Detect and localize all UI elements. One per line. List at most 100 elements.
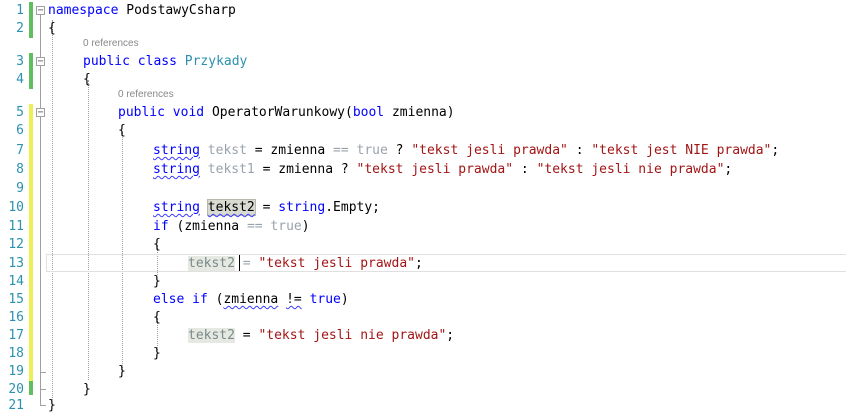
keyword: class <box>137 54 177 69</box>
code-line-17: tekst2 = "tekst jesli nie prawda"; <box>188 327 454 345</box>
code-editor[interactable]: 1 2 3 4 5 6 7 8 9 10 11 12 13 14 15 16 1… <box>0 0 846 413</box>
code-line-20: } <box>83 381 91 399</box>
line-number: 18 <box>8 346 24 361</box>
operator: = <box>262 162 271 177</box>
line-number: 21 <box>8 398 24 413</box>
code-line-4: { <box>83 71 91 89</box>
line-number: 16 <box>8 310 24 325</box>
code-line-1: namespace PodstawyCsharp <box>48 2 236 20</box>
class-name: Przykady <box>184 54 248 69</box>
line-number: 2 <box>16 21 24 36</box>
operator: ? <box>340 162 349 177</box>
line-number: 13 <box>8 256 24 271</box>
keyword: string <box>153 200 200 215</box>
change-marker-saved <box>29 2 33 38</box>
keyword: true <box>356 143 388 158</box>
keyword: if <box>192 292 208 307</box>
operator: = <box>242 256 251 271</box>
keyword: string <box>153 143 200 158</box>
line-number: 17 <box>8 328 24 343</box>
brace: { <box>153 237 161 252</box>
operator: = <box>242 328 251 343</box>
variable-highlighted: tekst2 <box>188 256 235 271</box>
parameter: zmienna) <box>391 105 455 120</box>
outline-line <box>40 15 41 405</box>
codelens-references[interactable]: 0 references <box>83 38 139 50</box>
collapse-class-toggle[interactable]: − <box>36 57 45 67</box>
variable: zmienna <box>223 292 279 307</box>
line-number-gutter: 1 2 3 4 5 6 7 8 9 10 11 12 13 14 15 16 1… <box>0 0 28 413</box>
code-line-10: string tekst2 = string.Empty; <box>153 199 380 217</box>
keyword: true <box>270 219 302 234</box>
method-name: OperatorWarunkowy( <box>211 105 353 120</box>
codelens-references[interactable]: 0 references <box>118 89 174 101</box>
line-number: 10 <box>8 200 24 215</box>
keyword: else <box>153 292 185 307</box>
line-number: 11 <box>8 219 24 234</box>
string-literal: "tekst jesli nie prawda" <box>536 162 725 177</box>
brace: } <box>153 274 161 289</box>
line-number: 8 <box>16 162 24 177</box>
change-marker-unsaved <box>29 104 33 381</box>
code-line-13: tekst2 = "tekst jesli prawda"; <box>188 255 423 273</box>
string-literal: "tekst jesli prawda" <box>258 256 415 271</box>
code-line-2: { <box>48 20 56 38</box>
code-line-8: string tekst1 = zmienna ? "tekst jesli p… <box>153 161 732 179</box>
code-line-19: } <box>118 363 126 381</box>
variable: tekst <box>207 143 247 158</box>
line-number: 19 <box>8 364 24 379</box>
brace: } <box>153 346 161 361</box>
code-line-5: public void OperatorWarunkowy(bool zmien… <box>118 104 455 122</box>
operator: == <box>333 143 349 158</box>
line-number: 3 <box>16 54 24 69</box>
string-literal: "tekst jesli nie prawda" <box>258 328 447 343</box>
line-number: 5 <box>16 105 24 120</box>
text-caret <box>239 255 240 271</box>
semicolon: ; <box>724 162 733 177</box>
variable: zmienna <box>278 162 334 177</box>
string-literal: "tekst jest NIE prawda" <box>591 143 772 158</box>
keyword: string <box>278 200 326 215</box>
collapse-method-toggle[interactable]: − <box>36 108 45 118</box>
brace: { <box>153 310 161 325</box>
keyword: namespace <box>48 3 119 18</box>
keyword: if <box>153 219 169 234</box>
code-line-15: else if (zmienna != true) <box>153 291 349 309</box>
change-marker-saved <box>29 381 33 395</box>
line-number: 4 <box>16 72 24 87</box>
brace: { <box>118 123 126 138</box>
line-number: 9 <box>16 181 24 196</box>
member-access: .Empty; <box>325 200 381 215</box>
variable: zmienna <box>270 143 326 158</box>
code-line-12: { <box>153 236 161 254</box>
operator: : <box>575 143 584 158</box>
variable: zmienna <box>184 219 240 234</box>
namespace-name: PodstawyCsharp <box>126 3 236 18</box>
outline-end <box>40 389 46 390</box>
outline-end <box>40 405 46 406</box>
string-literal: "tekst jesli prawda" <box>356 162 514 177</box>
keyword: void <box>172 105 205 120</box>
brace: } <box>83 382 91 397</box>
line-number: 7 <box>16 143 24 158</box>
outline-end <box>40 372 46 373</box>
variable-highlighted: tekst2 <box>188 328 235 343</box>
code-line-21: } <box>48 397 56 415</box>
change-marker-saved <box>29 53 33 89</box>
operator: ? <box>395 143 404 158</box>
code-line-7: string tekst = zmienna == true ? "tekst … <box>153 142 779 160</box>
variable: tekst1 <box>207 162 255 177</box>
variable-highlighted: tekst2 <box>206 199 256 216</box>
code-line-3: public class Przykady <box>83 53 247 71</box>
indent-guide <box>88 80 89 380</box>
operator: == <box>246 219 263 234</box>
collapse-namespace-toggle[interactable]: − <box>36 6 45 16</box>
keyword: public <box>118 105 165 120</box>
keyword: bool <box>352 105 385 120</box>
code-line-6: { <box>118 122 126 140</box>
line-number: 1 <box>16 3 24 18</box>
semicolon: ; <box>771 143 780 158</box>
indent-guide <box>52 20 53 400</box>
line-number: 6 <box>16 123 24 138</box>
operator: = <box>254 143 263 158</box>
